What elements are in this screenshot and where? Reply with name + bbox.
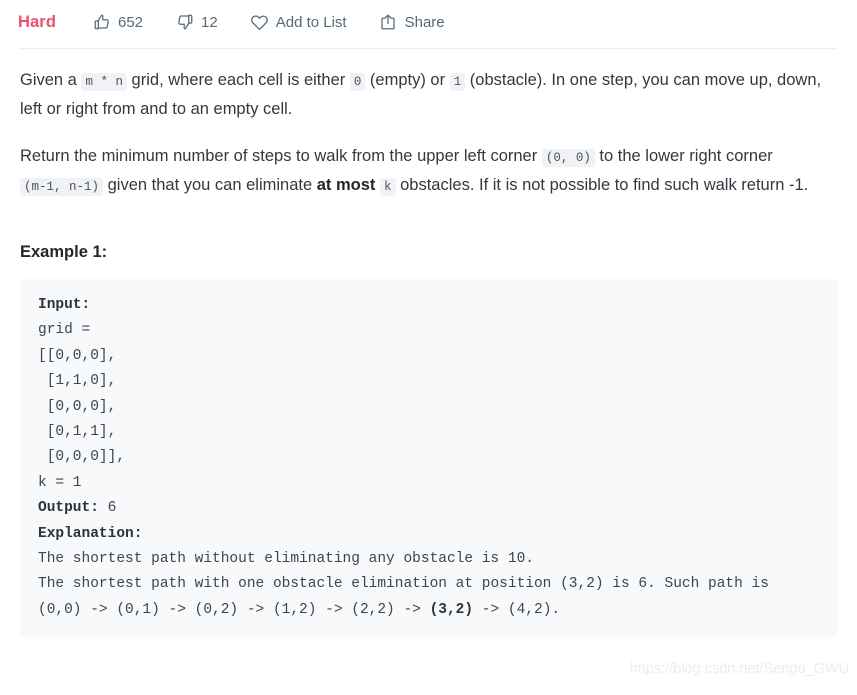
add-to-list-label: Add to List [275,13,347,31]
p1-text-3: (empty) or [365,71,450,89]
code-line: Output: 6 [38,500,117,517]
thumbs-up-icon [92,13,111,32]
code-line: (0,0) -> (0,1) -> (0,2) -> (1,2) -> (2,2… [38,601,561,618]
code-line: [0,1,1], [38,424,117,441]
code-line: [[0,0,0], [38,347,117,364]
action-bar: Hard 652 12 Add to List Share [0,0,857,44]
p2-text-2: to the lower right corner [594,147,773,165]
code-line: The shortest path without eliminating an… [38,551,534,568]
inline-code-origin: (0, 0) [541,149,595,167]
p2-text-5: obstacles. If it is not possible to find… [395,176,809,194]
dislike-button[interactable]: 12 [175,13,218,32]
header-divider [20,48,837,49]
code-line: [1,1,0], [38,373,117,390]
description-paragraph-2: Return the minimum number of steps to wa… [20,143,835,201]
code-line: [0,0,0]], [38,449,126,466]
example-title: Example 1: [20,243,108,261]
inline-code-k: k [380,178,396,196]
code-line: [0,0,0], [38,398,117,415]
dislike-count: 12 [201,13,218,31]
code-line: k = 1 [38,474,82,491]
difficulty-badge: Hard [18,12,56,31]
thumbs-down-icon [175,13,194,32]
inline-code-target: (m-1, n-1) [20,178,104,196]
inline-code-zero: 0 [349,73,366,91]
emphasis-at-most: at most [316,176,376,194]
p2-text-3: given that you can eliminate [103,176,317,194]
code-line-label: Output: [38,500,99,517]
code-line: The shortest path with one obstacle elim… [38,576,769,593]
watermark: https://blog.csdn.net/Sengo_GWU [629,661,849,677]
heart-icon [250,13,269,32]
code-line-label: Explanation: [38,525,143,542]
description-paragraph-1: Given a m * n grid, where each cell is e… [20,67,835,123]
share-label: Share [404,13,445,31]
like-count: 652 [118,13,144,31]
add-to-list-button[interactable]: Add to List [250,13,347,32]
p1-text-1: Given a [20,71,82,89]
share-button[interactable]: Share [379,13,445,32]
p1-text-2: grid, where each cell is either [126,71,350,89]
code-line: grid = [38,322,99,339]
code-line: Input: [38,293,837,318]
example-code-block: Input: grid = [[0,0,0], [1,1,0], [0,0,0],… [20,279,837,638]
problem-description: Given a m * n grid, where each cell is e… [0,67,857,638]
code-line: Explanation: [38,522,837,547]
code-line-highlight: (3,2) [429,601,474,618]
share-icon [379,13,398,32]
inline-code-grid-dims: m * n [81,73,127,91]
p2-text-1: Return the minimum number of steps to wa… [20,147,542,165]
code-line-label: Input: [38,297,91,313]
like-button[interactable]: 652 [92,13,143,32]
inline-code-one: 1 [449,73,466,91]
